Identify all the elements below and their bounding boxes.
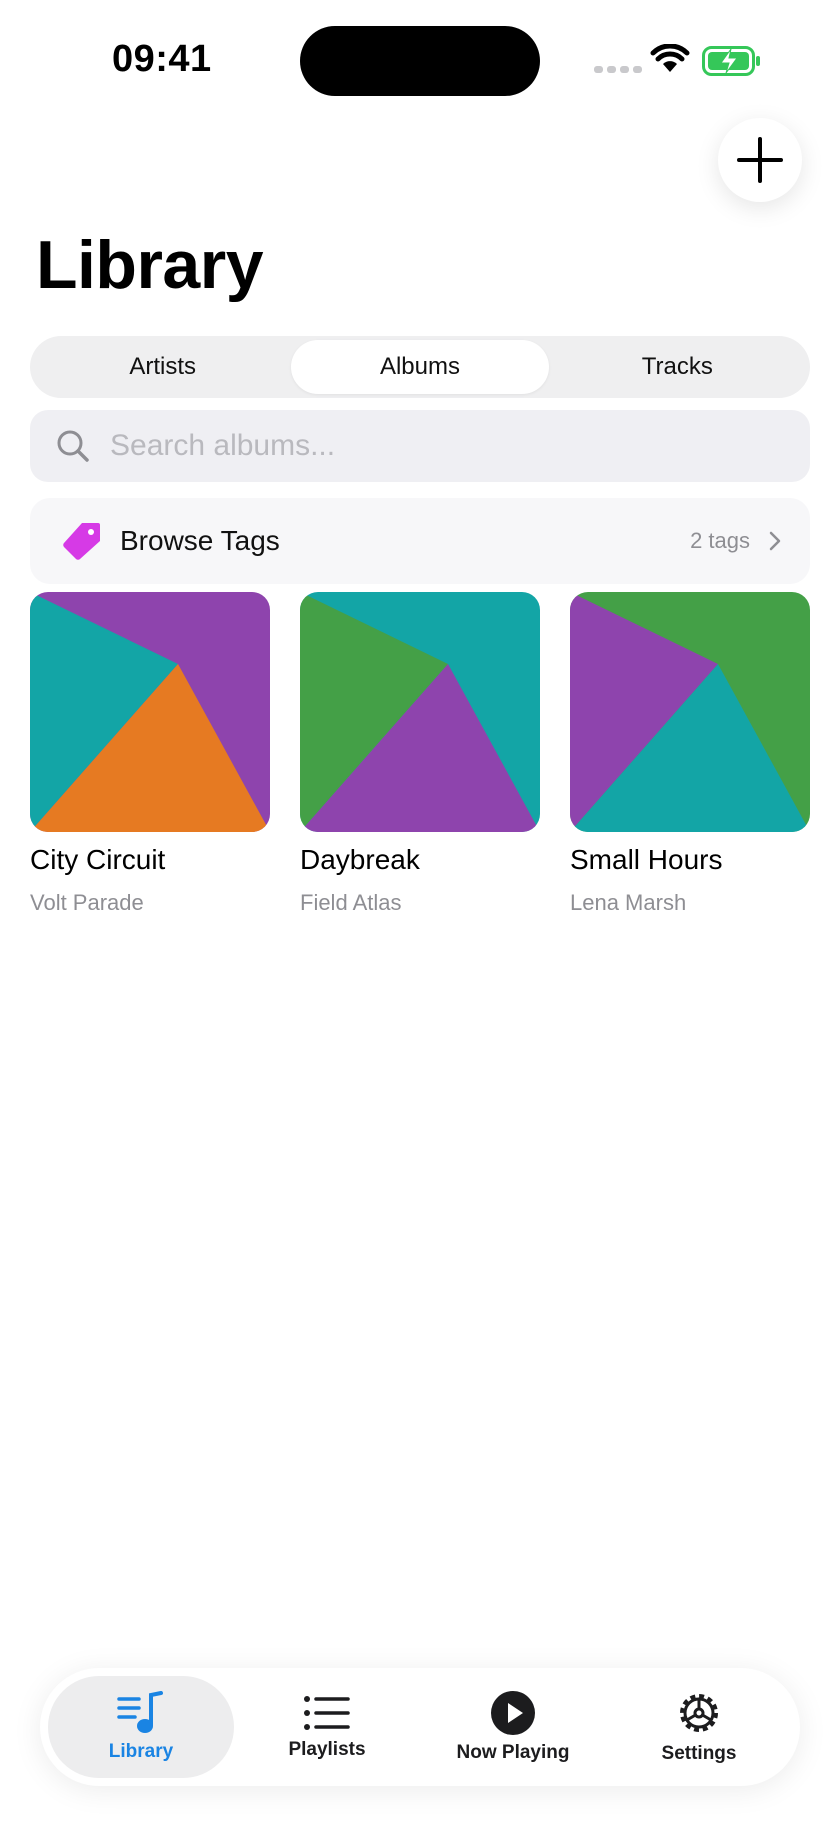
album-artist: Lena Marsh <box>570 890 687 915</box>
music-library-icon <box>117 1691 163 1733</box>
album-card[interactable]: City Circuit Volt Parade <box>30 592 270 916</box>
gear-icon <box>680 1694 718 1732</box>
tab-now-playing[interactable]: Now Playing <box>420 1676 606 1778</box>
album-card[interactable]: Daybreak Field Atlas <box>300 592 540 916</box>
tag-icon <box>63 523 100 560</box>
album-title: City Circuit <box>30 844 166 875</box>
add-button[interactable] <box>718 118 802 202</box>
tab-playlists[interactable]: Playlists <box>234 1676 420 1778</box>
status-bar: 09:41 <box>0 0 840 120</box>
segment-tracks[interactable]: Tracks <box>549 340 806 394</box>
page-title: Library <box>36 227 264 303</box>
search-input[interactable] <box>108 428 762 464</box>
wifi-icon <box>650 44 690 72</box>
album-cover <box>570 592 810 832</box>
plus-icon <box>737 137 783 183</box>
search-icon <box>57 430 89 462</box>
album-grid: City Circuit Volt Parade Daybreak Field … <box>30 592 810 916</box>
tags-count: 2 tags <box>690 528 750 553</box>
segment-albums[interactable]: Albums <box>291 340 549 394</box>
album-title: Small Hours <box>570 844 723 875</box>
status-time: 09:41 <box>112 38 212 80</box>
album-artist: Field Atlas <box>300 890 402 915</box>
library-segmented-control: Artists Albums Tracks <box>30 336 810 398</box>
browse-tags-row[interactable]: Browse Tags 2 tags <box>30 498 810 584</box>
cellular-signal-icon <box>594 66 642 73</box>
dynamic-island <box>300 26 540 96</box>
tab-library[interactable]: Library <box>48 1676 234 1778</box>
tab-label: Playlists <box>288 1739 366 1760</box>
tab-bar: Library Playlists Now Playing Settings <box>40 1668 800 1786</box>
tab-label: Now Playing <box>456 1742 570 1763</box>
album-cover <box>30 592 270 832</box>
tab-label: Settings <box>661 1743 737 1764</box>
album-cover <box>300 592 540 832</box>
album-card[interactable]: Small Hours Lena Marsh <box>570 592 810 916</box>
album-artist: Volt Parade <box>30 890 144 915</box>
battery-charging-icon <box>702 46 760 76</box>
browse-tags-label: Browse Tags <box>120 525 280 556</box>
list-icon <box>304 1696 350 1730</box>
tab-settings[interactable]: Settings <box>606 1676 792 1778</box>
chevron-right-icon <box>769 531 781 551</box>
search-bar <box>30 410 810 482</box>
play-circle-icon <box>491 1691 535 1735</box>
segment-artists[interactable]: Artists <box>34 340 291 394</box>
album-title: Daybreak <box>300 844 420 875</box>
tab-label: Library <box>108 1741 174 1762</box>
